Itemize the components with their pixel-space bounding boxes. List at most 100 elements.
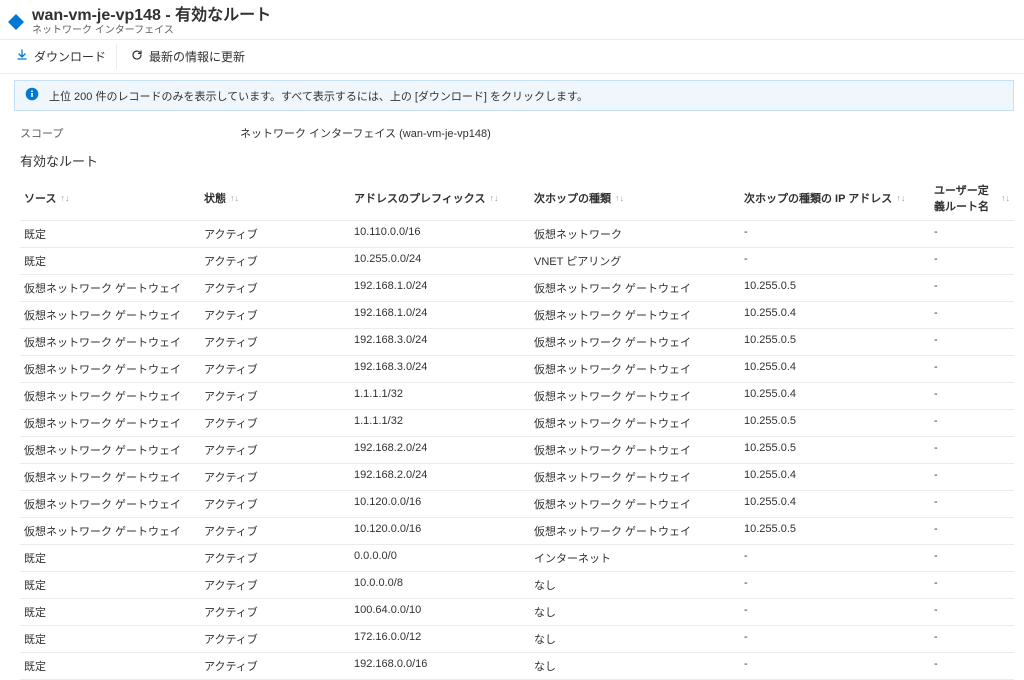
cell-prefix: 192.168.2.0/24 xyxy=(350,464,530,490)
table-row[interactable]: 仮想ネットワーク ゲートウェイアクティブ192.168.3.0/24仮想ネットワ… xyxy=(20,329,1014,356)
table-row[interactable]: 仮想ネットワーク ゲートウェイアクティブ192.168.1.0/24仮想ネットワ… xyxy=(20,275,1014,302)
resource-icon xyxy=(6,12,26,32)
cell-udr: - xyxy=(930,383,1014,409)
col-hop-ip[interactable]: 次ホップの種類の IP アドレス ↑↓ xyxy=(740,176,930,220)
cell-state: アクティブ xyxy=(200,248,350,274)
cell-prefix: 192.168.1.0/24 xyxy=(350,275,530,301)
cell-state: アクティブ xyxy=(200,626,350,652)
cell-udr: - xyxy=(930,545,1014,571)
cell-udr: - xyxy=(930,599,1014,625)
cell-udr: - xyxy=(930,653,1014,679)
table-row[interactable]: 仮想ネットワーク ゲートウェイアクティブ1.1.1.1/32仮想ネットワーク ゲ… xyxy=(20,410,1014,437)
cell-source: 既定 xyxy=(20,248,200,274)
cell-udr: - xyxy=(930,518,1014,544)
cell-prefix: 192.168.2.0/24 xyxy=(350,437,530,463)
cell-udr: - xyxy=(930,221,1014,247)
table-row[interactable]: 仮想ネットワーク ゲートウェイアクティブ192.168.1.0/24仮想ネットワ… xyxy=(20,302,1014,329)
refresh-label: 最新の情報に更新 xyxy=(149,48,245,65)
table-row[interactable]: 既定アクティブ0.0.0.0/0インターネット-- xyxy=(20,545,1014,572)
cell-hopIp: 10.255.0.5 xyxy=(740,518,930,544)
cell-state: アクティブ xyxy=(200,545,350,571)
cell-state: アクティブ xyxy=(200,599,350,625)
cell-state: アクティブ xyxy=(200,221,350,247)
table-row[interactable]: 仮想ネットワーク ゲートウェイアクティブ192.168.3.0/24仮想ネットワ… xyxy=(20,356,1014,383)
sort-icon: ↑↓ xyxy=(230,193,239,203)
cell-udr: - xyxy=(930,275,1014,301)
cell-state: アクティブ xyxy=(200,491,350,517)
table-row[interactable]: 既定アクティブ10.0.0.0/8なし-- xyxy=(20,572,1014,599)
cell-hopType: インターネット xyxy=(530,545,740,571)
cell-hopType: なし xyxy=(530,626,740,652)
cell-prefix: 1.1.1.1/32 xyxy=(350,410,530,436)
col-hop-type-label: 次ホップの種類 xyxy=(534,190,611,206)
cell-prefix: 10.255.0.0/24 xyxy=(350,248,530,274)
cell-state: アクティブ xyxy=(200,383,350,409)
cell-udr: - xyxy=(930,572,1014,598)
cell-prefix: 172.16.0.0/12 xyxy=(350,626,530,652)
cell-prefix: 192.168.3.0/24 xyxy=(350,356,530,382)
table-row[interactable]: 仮想ネットワーク ゲートウェイアクティブ1.1.1.1/32仮想ネットワーク ゲ… xyxy=(20,383,1014,410)
cell-state: アクティブ xyxy=(200,653,350,679)
cell-udr: - xyxy=(930,356,1014,382)
table-body: 既定アクティブ10.110.0.0/16仮想ネットワーク--既定アクティブ10.… xyxy=(20,221,1014,680)
cell-hopType: なし xyxy=(530,599,740,625)
toolbar: ダウンロード 最新の情報に更新 xyxy=(0,39,1024,74)
col-prefix[interactable]: アドレスのプレフィックス ↑↓ xyxy=(350,176,530,220)
info-icon xyxy=(25,87,39,104)
cell-state: アクティブ xyxy=(200,410,350,436)
table-row[interactable]: 既定アクティブ10.255.0.0/24VNET ピアリング-- xyxy=(20,248,1014,275)
table-row[interactable]: 既定アクティブ172.16.0.0/12なし-- xyxy=(20,626,1014,653)
cell-prefix: 10.120.0.0/16 xyxy=(350,518,530,544)
refresh-button[interactable]: 最新の情報に更新 xyxy=(121,44,255,69)
cell-hopType: 仮想ネットワーク ゲートウェイ xyxy=(530,491,740,517)
cell-udr: - xyxy=(930,410,1014,436)
title-block: wan-vm-je-vp148 - 有効なルート ネットワーク インターフェイス xyxy=(32,6,271,37)
cell-hopIp: - xyxy=(740,248,930,274)
cell-hopIp: - xyxy=(740,221,930,247)
page-header: wan-vm-je-vp148 - 有効なルート ネットワーク インターフェイス xyxy=(0,0,1024,39)
table-row[interactable]: 仮想ネットワーク ゲートウェイアクティブ10.120.0.0/16仮想ネットワー… xyxy=(20,491,1014,518)
table-row[interactable]: 仮想ネットワーク ゲートウェイアクティブ192.168.2.0/24仮想ネットワ… xyxy=(20,437,1014,464)
cell-prefix: 192.168.0.0/16 xyxy=(350,653,530,679)
table-row[interactable]: 仮想ネットワーク ゲートウェイアクティブ10.120.0.0/16仮想ネットワー… xyxy=(20,518,1014,545)
download-label: ダウンロード xyxy=(34,48,106,65)
col-source-label: ソース xyxy=(24,190,56,206)
cell-prefix: 10.110.0.0/16 xyxy=(350,221,530,247)
cell-source: 仮想ネットワーク ゲートウェイ xyxy=(20,302,200,328)
cell-hopType: 仮想ネットワーク ゲートウェイ xyxy=(530,437,740,463)
cell-state: アクティブ xyxy=(200,437,350,463)
table-row[interactable]: 既定アクティブ100.64.0.0/10なし-- xyxy=(20,599,1014,626)
sort-icon: ↑↓ xyxy=(489,193,498,203)
cell-hopIp: 10.255.0.4 xyxy=(740,491,930,517)
cell-udr: - xyxy=(930,464,1014,490)
info-text: 上位 200 件のレコードのみを表示しています。すべて表示するには、上の [ダウ… xyxy=(49,88,588,104)
col-udr[interactable]: ユーザー定義ルート名 ↑↓ xyxy=(930,176,1014,220)
cell-udr: - xyxy=(930,437,1014,463)
page-subtitle: ネットワーク インターフェイス xyxy=(32,25,271,37)
col-source[interactable]: ソース ↑↓ xyxy=(20,176,200,220)
table-row[interactable]: 既定アクティブ10.110.0.0/16仮想ネットワーク-- xyxy=(20,221,1014,248)
scope-label: スコープ xyxy=(20,125,240,141)
cell-source: 仮想ネットワーク ゲートウェイ xyxy=(20,329,200,355)
cell-hopType: 仮想ネットワーク ゲートウェイ xyxy=(530,410,740,436)
cell-hopIp: - xyxy=(740,572,930,598)
col-hop-type[interactable]: 次ホップの種類 ↑↓ xyxy=(530,176,740,220)
table-row[interactable]: 既定アクティブ192.168.0.0/16なし-- xyxy=(20,653,1014,680)
col-state[interactable]: 状態 ↑↓ xyxy=(200,176,350,220)
cell-hopIp: - xyxy=(740,626,930,652)
download-icon xyxy=(16,49,28,64)
cell-hopType: 仮想ネットワーク ゲートウェイ xyxy=(530,329,740,355)
cell-source: 既定 xyxy=(20,626,200,652)
cell-prefix: 192.168.3.0/24 xyxy=(350,329,530,355)
download-button[interactable]: ダウンロード xyxy=(6,44,117,69)
table-row[interactable]: 仮想ネットワーク ゲートウェイアクティブ192.168.2.0/24仮想ネットワ… xyxy=(20,464,1014,491)
cell-source: 仮想ネットワーク ゲートウェイ xyxy=(20,491,200,517)
cell-udr: - xyxy=(930,626,1014,652)
cell-source: 仮想ネットワーク ゲートウェイ xyxy=(20,518,200,544)
cell-hopIp: 10.255.0.4 xyxy=(740,302,930,328)
cell-udr: - xyxy=(930,329,1014,355)
cell-source: 既定 xyxy=(20,653,200,679)
cell-hopType: 仮想ネットワーク ゲートウェイ xyxy=(530,518,740,544)
cell-hopIp: - xyxy=(740,545,930,571)
cell-udr: - xyxy=(930,491,1014,517)
